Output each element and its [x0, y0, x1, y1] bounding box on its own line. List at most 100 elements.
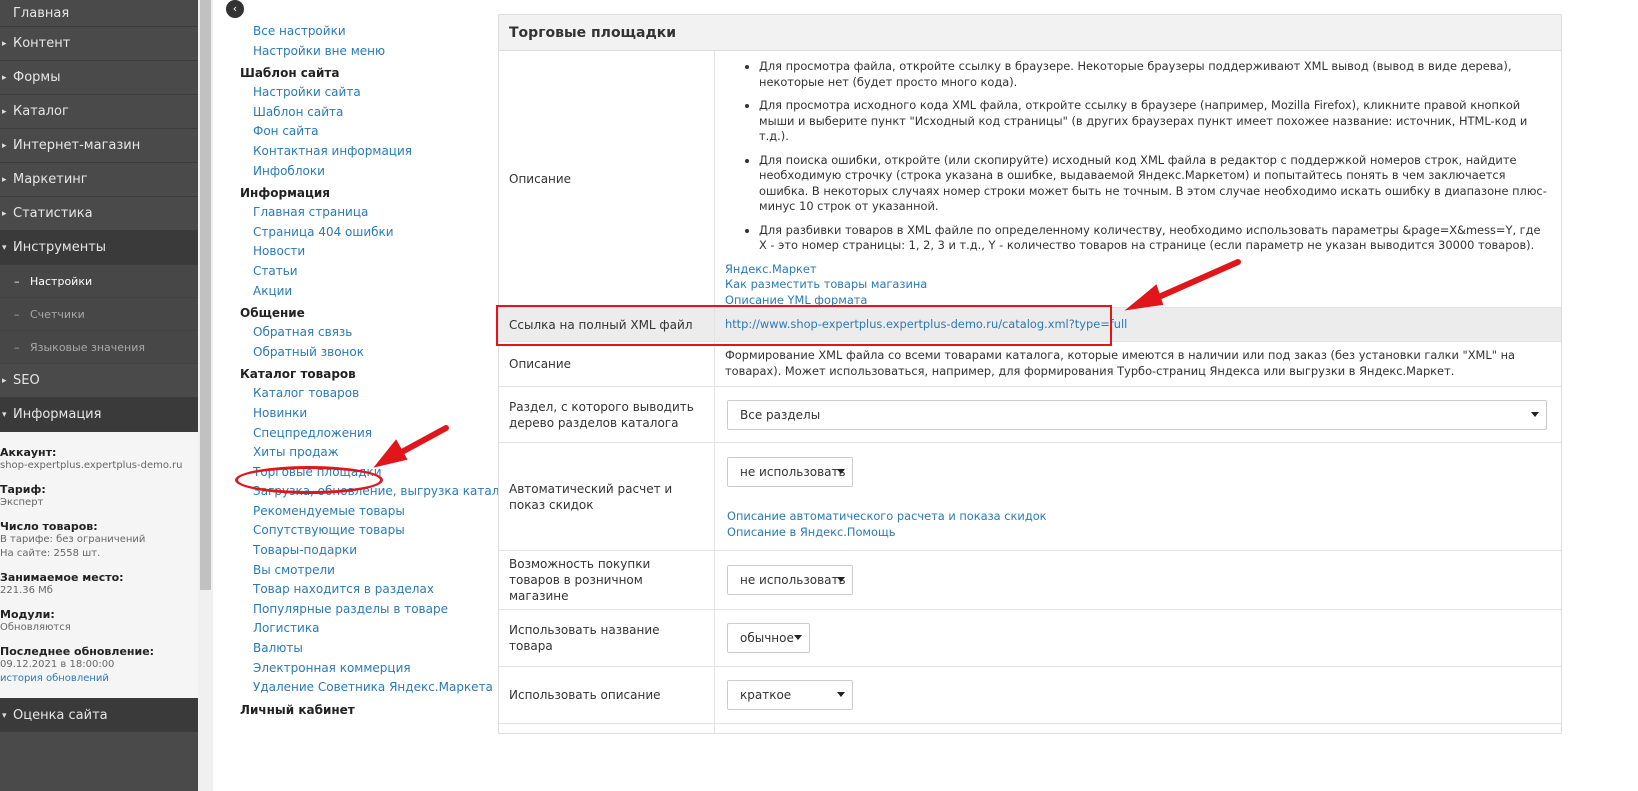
sidebar-item-catalog[interactable]: ▸ Каталог — [0, 95, 198, 129]
menu-link[interactable]: Логистика — [240, 619, 490, 639]
discount-help-link[interactable]: Описание в Яндекс.Помощь — [727, 525, 1549, 541]
description-use-select-value: краткое — [740, 688, 792, 702]
menu-link[interactable]: Рекомендуемые товары — [240, 502, 490, 522]
update-label: Последнее обновление: — [0, 645, 155, 658]
sidebar-subitem-language[interactable]: – Языковые значения — [0, 331, 198, 364]
sidebar-item-label: Каталог — [13, 104, 69, 119]
menu-link[interactable]: Статьи — [240, 262, 490, 282]
menu-link[interactable]: Акции — [240, 282, 490, 302]
caret-down-icon — [837, 469, 845, 474]
menu-link[interactable]: Все настройки — [240, 22, 490, 42]
caret-down-icon — [1531, 411, 1539, 417]
menu-link[interactable]: Контактная информация — [240, 142, 490, 162]
menu-group-title: Информация — [240, 186, 330, 201]
chevron-right-icon: ▸ — [2, 141, 7, 151]
menu-link[interactable]: Новости — [240, 242, 490, 262]
menu-link[interactable]: Обратный звонок — [240, 343, 490, 363]
sidebar-subitem-label: Счетчики — [30, 308, 85, 321]
sidebar-item-home[interactable]: Главная — [0, 0, 198, 27]
instruction-item: Для просмотра файла, откройте ссылку в б… — [759, 59, 1549, 90]
sidebar-item-site-rating[interactable]: ▾ Оценка сайта — [0, 698, 198, 732]
menu-link[interactable]: Шаблон сайта — [240, 103, 490, 123]
discount-help-link[interactable]: Описание автоматического расчета и показ… — [727, 509, 1549, 525]
sidebar-subitem-counters[interactable]: – Счетчики — [0, 298, 198, 331]
product-name-select-value: обычное — [740, 631, 794, 645]
settings-menu: Все настройки Настройки вне меню Шаблон са… — [240, 22, 520, 720]
discount-select-value: не использовать — [740, 465, 846, 479]
menu-link[interactable]: Настройки вне меню — [240, 42, 490, 62]
sidebar-item-label: Оценка сайта — [13, 708, 108, 723]
tariff-label: Тариф: — [0, 483, 46, 496]
retail-select-value: не использовать — [740, 573, 846, 587]
chevron-right-icon: ▸ — [2, 209, 7, 219]
section-label: Раздел, с которого выводить дерево разде… — [499, 387, 715, 442]
description-label: Описание — [499, 51, 715, 307]
product-name-label: Использовать название товара — [499, 610, 715, 666]
menu-link[interactable]: Популярные разделы в товаре — [240, 600, 490, 620]
sidebar-item-tools[interactable]: ▾ Инструменты — [0, 231, 198, 265]
menu-link[interactable]: Электронная коммерция — [240, 659, 490, 679]
sidebar-item-information[interactable]: ▾ Информация — [0, 398, 198, 432]
sidebar-item-statistics[interactable]: ▸ Статистика — [0, 197, 198, 231]
menu-link[interactable]: Товары-подарки — [240, 541, 490, 561]
goods-tariff: В тарифе: без ограничений — [0, 534, 146, 545]
instruction-item: Для поиска ошибки, откройте (или скопиру… — [759, 153, 1549, 215]
menu-link[interactable]: Товар находится в разделах — [240, 580, 490, 600]
sidebar-item-forms[interactable]: ▸ Формы — [0, 61, 198, 95]
sidebar-item-label: Статистика — [13, 206, 93, 221]
account-label: Аккаунт: — [0, 446, 57, 459]
account-info: Аккаунт: shop-expertplus.expertplus-demo… — [0, 432, 198, 698]
sidebar-item-shop[interactable]: ▸ Интернет-магазин — [0, 129, 198, 163]
section-select[interactable]: Все разделы — [727, 399, 1547, 430]
highlight-xml-link-box — [496, 305, 1112, 346]
retail-label: Возможность покупки товаров в розничном … — [499, 551, 715, 609]
goods-label: Число товаров: — [0, 520, 98, 533]
description-use-row: Использовать описание краткое — [499, 667, 1561, 724]
product-name-select[interactable]: обычное — [727, 623, 810, 653]
menu-link[interactable]: Валюты — [240, 639, 490, 659]
description-use-select[interactable]: краткое — [727, 680, 853, 710]
scrollbar-thumb[interactable] — [200, 0, 211, 590]
discount-select[interactable]: не использовать — [727, 457, 853, 487]
sidebar-subitem-settings[interactable]: – Настройки — [0, 265, 198, 298]
section-row: Раздел, с которого выводить дерево разде… — [499, 387, 1561, 443]
next-row — [499, 724, 1561, 733]
caret-down-icon — [794, 635, 802, 640]
menu-link[interactable]: Вы смотрели — [240, 561, 490, 581]
description2-label: Описание — [499, 342, 715, 386]
description-row: Описание Для просмотра файла, откройте с… — [499, 51, 1561, 322]
menu-link[interactable]: Главная страница — [240, 203, 490, 223]
menu-link[interactable]: Каталог товаров — [240, 384, 490, 404]
space-label: Занимаемое место: — [0, 571, 124, 584]
menu-link[interactable]: Фон сайта — [240, 122, 490, 142]
tariff-value: Эксперт — [0, 497, 44, 508]
sidebar-item-label: Интернет-магазин — [13, 138, 141, 153]
sidebar-item-seo[interactable]: ▸ SEO — [0, 364, 198, 398]
help-link[interactable]: Как разместить товары магазина — [725, 277, 1549, 293]
description2-row: Описание Формирование XML файла со всеми… — [499, 342, 1561, 387]
highlight-menu-item-ellipse — [235, 466, 383, 494]
sidebar-item-marketing[interactable]: ▸ Маркетинг — [0, 163, 198, 197]
sidebar-item-content[interactable]: ▸ Контент — [0, 27, 198, 61]
discount-row: Автоматический расчет и показ скидок не … — [499, 443, 1561, 551]
menu-group-title: Шаблон сайта — [240, 66, 340, 81]
sidebar-subitem-label: Языковые значения — [30, 341, 145, 354]
help-link[interactable]: Яндекс.Маркет — [725, 262, 1549, 278]
menu-link[interactable]: Страница 404 ошибки — [240, 223, 490, 243]
sidebar-item-label: Главная — [13, 6, 70, 21]
update-history-link[interactable]: история обновлений — [0, 672, 198, 686]
menu-group-title: Личный кабинет — [240, 702, 355, 717]
menu-link[interactable]: Инфоблоки — [240, 162, 490, 182]
menu-link[interactable]: Хиты продаж — [240, 443, 490, 463]
collapse-sidebar-icon[interactable]: ‹ — [226, 0, 244, 18]
menu-link[interactable]: Сопутствующие товары — [240, 521, 490, 541]
menu-group-title: Общение — [240, 306, 305, 321]
menu-link[interactable]: Обратная связь — [240, 323, 490, 343]
menu-link[interactable]: Новинки — [240, 404, 490, 424]
modules-value: Обновляются — [0, 622, 71, 633]
menu-link[interactable]: Настройки сайта — [240, 83, 490, 103]
menu-link[interactable]: Спецпредложения — [240, 424, 490, 444]
retail-row: Возможность покупки товаров в розничном … — [499, 551, 1561, 610]
menu-link[interactable]: Удаление Советника Яндекс.Маркета — [240, 678, 493, 698]
retail-select[interactable]: не использовать — [727, 565, 853, 595]
